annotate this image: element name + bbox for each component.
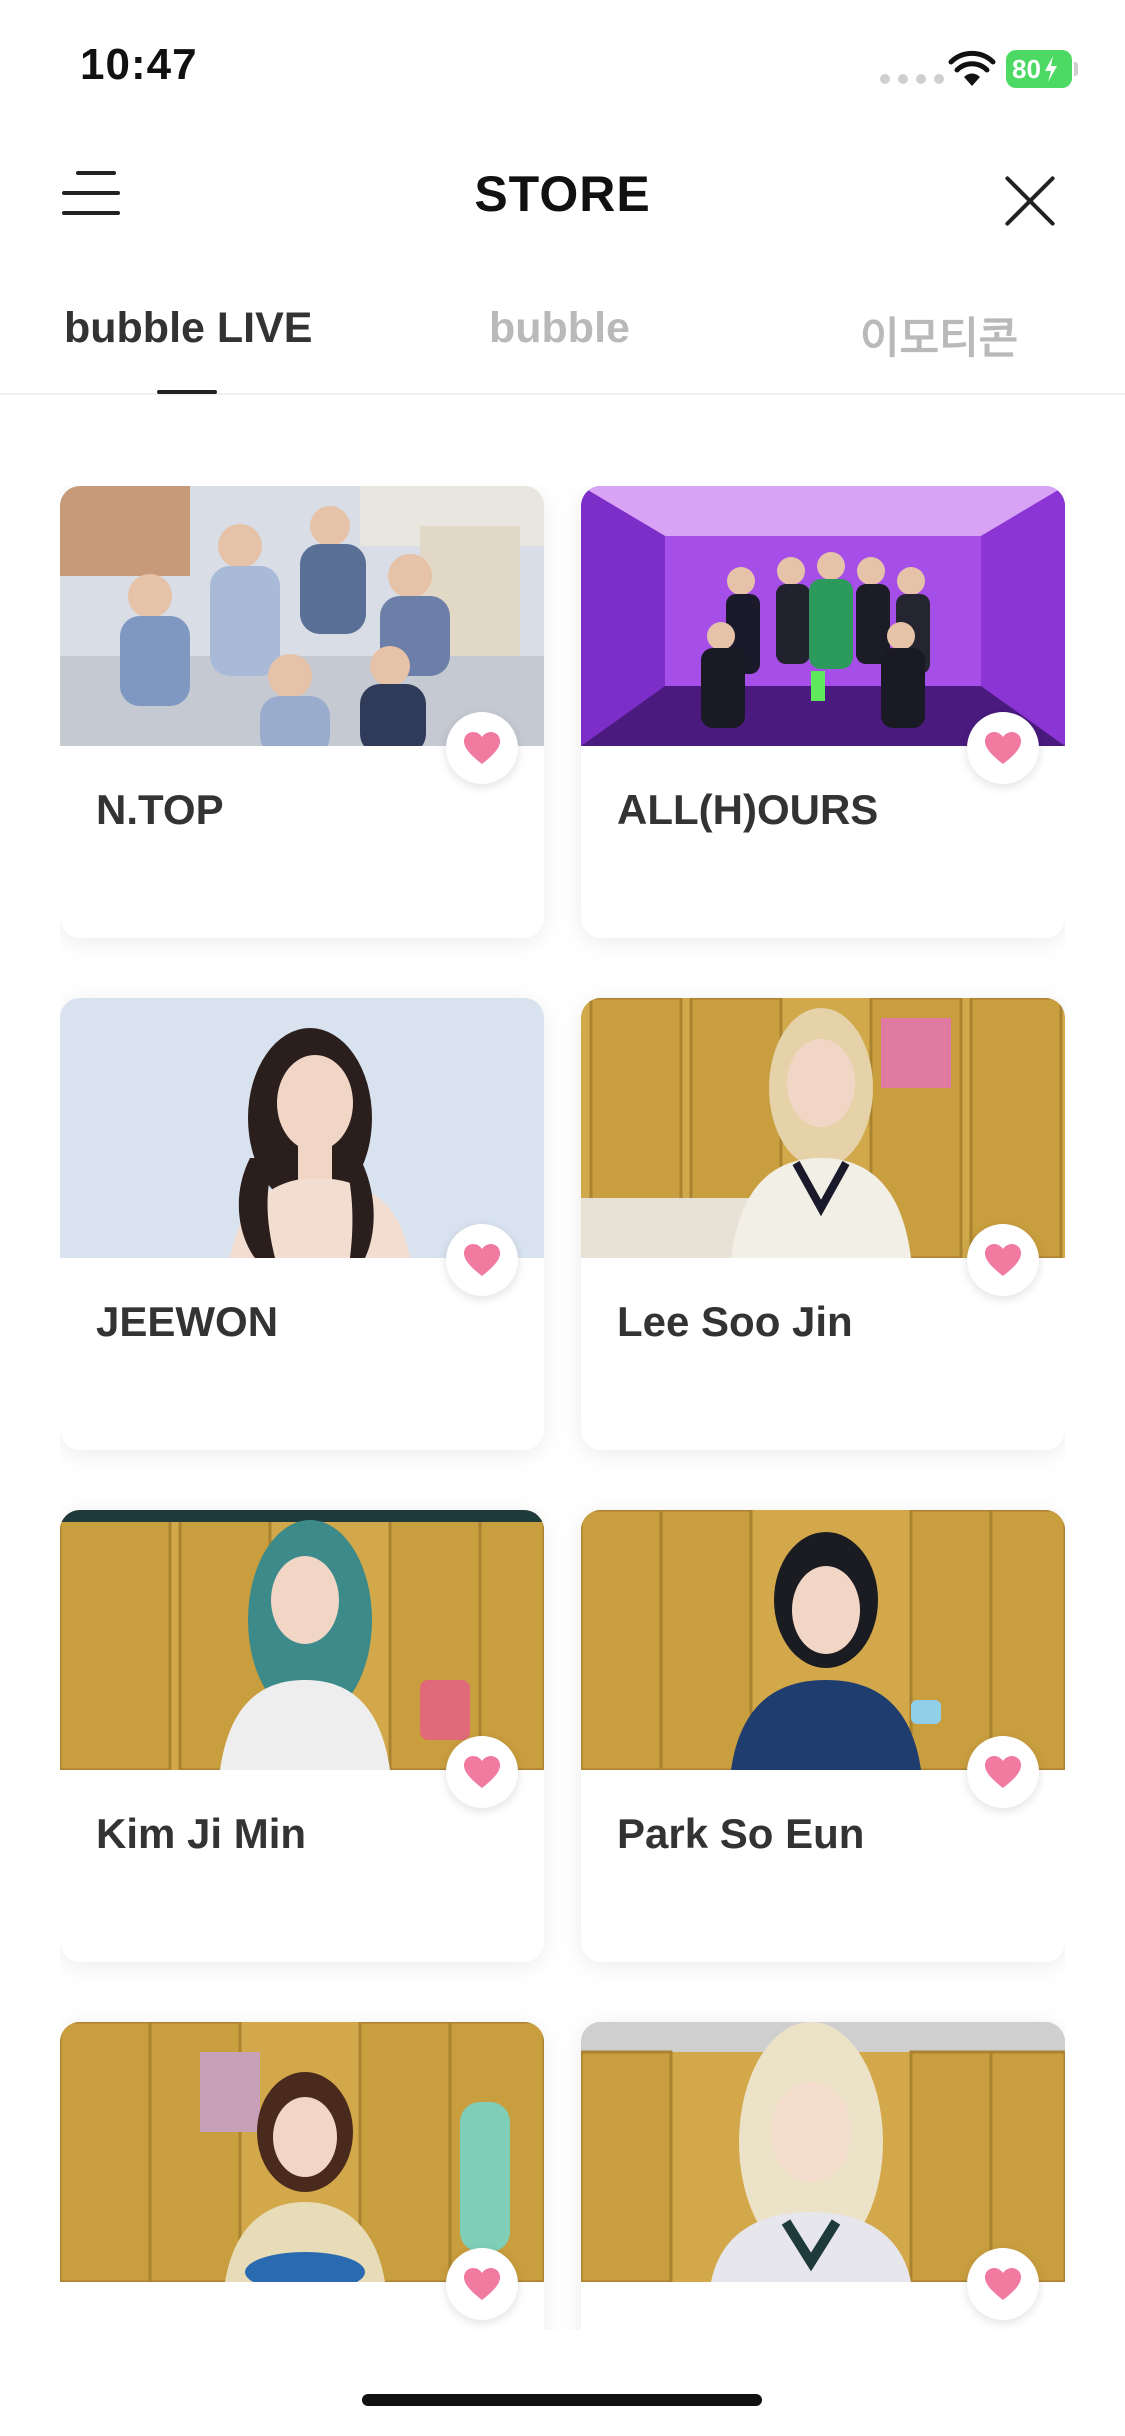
favorite-button[interactable]: [446, 2248, 518, 2320]
artist-name: JEEWON: [96, 1298, 279, 1345]
artist-card[interactable]: [581, 2022, 1065, 2330]
status-bar: 10:47 80: [0, 0, 1125, 135]
favorite-button[interactable]: [446, 1736, 518, 1808]
artist-card[interactable]: ALL(H)OURS: [581, 486, 1065, 938]
heart-icon: [985, 2268, 1021, 2300]
artist-photo: [581, 486, 1065, 746]
heart-icon: [464, 2268, 500, 2300]
artist-name: Park So Eun: [617, 1810, 865, 1857]
artist-card[interactable]: Park So Eun: [581, 1510, 1065, 1962]
artist-photo: [60, 2022, 544, 2282]
favorite-button[interactable]: [446, 1224, 518, 1296]
artist-card[interactable]: Kim Ji Min: [60, 1510, 544, 1962]
tab-bar: bubble LIVE bubble 이모티콘: [0, 290, 1125, 395]
artist-card[interactable]: [60, 2022, 544, 2330]
home-indicator[interactable]: [362, 2394, 762, 2406]
favorite-button[interactable]: [967, 2248, 1039, 2320]
artist-photo: [60, 998, 544, 1258]
heart-icon: [464, 732, 500, 764]
favorite-button[interactable]: [446, 712, 518, 784]
close-icon[interactable]: [1000, 171, 1060, 231]
artist-card[interactable]: JEEWON: [60, 998, 544, 1450]
heart-icon: [464, 1756, 500, 1788]
status-time: 10:47: [80, 40, 198, 89]
battery-level: 80: [1012, 53, 1041, 84]
artist-name: ALL(H)OURS: [617, 786, 879, 833]
cellular-signal-icon: [880, 74, 944, 84]
artist-name: Kim Ji Min: [96, 1810, 307, 1857]
heart-icon: [464, 1244, 500, 1276]
artist-photo: [60, 486, 544, 746]
artist-photo: [581, 1510, 1065, 1770]
charging-bolt-icon: [1044, 56, 1057, 82]
page-title: STORE: [474, 166, 651, 222]
heart-icon: [985, 1244, 1021, 1276]
artist-grid: N.TOP ALL(H)OURS JEEWON Lee Soo Jin Kim …: [60, 486, 1065, 2330]
artist-photo: [581, 2022, 1065, 2282]
heart-icon: [985, 1756, 1021, 1788]
artist-name: N.TOP: [96, 786, 224, 833]
favorite-button[interactable]: [967, 1224, 1039, 1296]
artist-card[interactable]: Lee Soo Jin: [581, 998, 1065, 1450]
header: STORE: [0, 135, 1125, 265]
artist-name: Lee Soo Jin: [617, 1298, 853, 1345]
favorite-button[interactable]: [967, 1736, 1039, 1808]
heart-icon: [985, 732, 1021, 764]
wifi-icon: [948, 50, 996, 86]
tab-bubble-live[interactable]: bubble LIVE: [64, 304, 312, 353]
artist-card[interactable]: N.TOP: [60, 486, 544, 938]
artist-photo: [60, 1510, 544, 1770]
tab-emoticon[interactable]: 이모티콘: [860, 304, 1018, 366]
active-tab-indicator: [157, 390, 217, 394]
artist-photo: [581, 998, 1065, 1258]
battery-icon: 80: [1006, 50, 1078, 88]
favorite-button[interactable]: [967, 712, 1039, 784]
tab-bubble[interactable]: bubble: [489, 304, 630, 353]
